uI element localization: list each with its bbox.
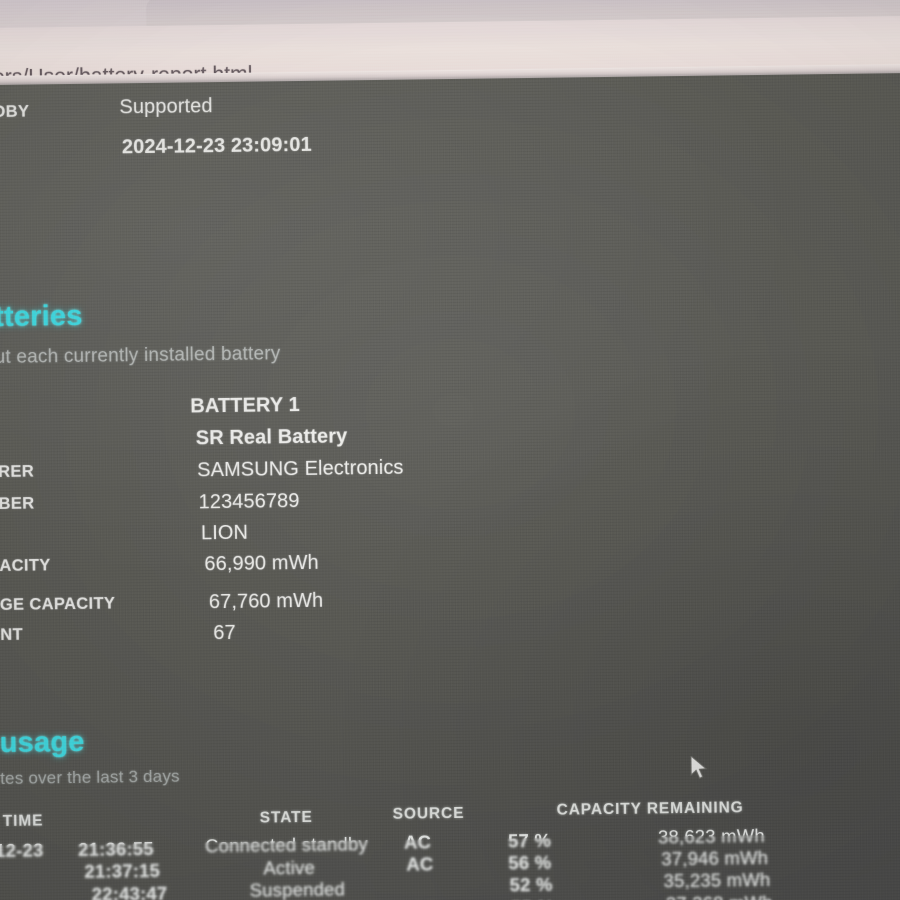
usage-row-mwh: 37,946 mWh <box>661 846 769 870</box>
battery-row-label-serial: BER <box>0 494 35 513</box>
usage-row-source: AC <box>403 831 432 853</box>
connected-standby-label: DBY <box>0 102 30 121</box>
usage-header-time: TIME <box>2 812 44 830</box>
usage-header-capacity: CAPACITY REMAINING <box>556 799 744 819</box>
usage-row-percent: 52 % <box>509 873 553 896</box>
arrow-pointer-icon <box>690 755 708 779</box>
usage-row-date: 12-23 <box>0 839 44 862</box>
battery-cycle-count: 67 <box>213 621 236 645</box>
installed-batteries-heading: tteries <box>0 299 83 334</box>
usage-row-mwh: 38,623 mWh <box>657 824 766 848</box>
battery-column-header: BATTERY 1 <box>190 394 300 418</box>
usage-row-mwh: 35,235 mWh <box>663 868 771 892</box>
recent-usage-table: TIME STATE SOURCE CAPACITY REMAINING 12-… <box>0 799 900 900</box>
recent-usage-heading: usage <box>0 725 85 759</box>
usage-header-state: STATE <box>259 808 313 827</box>
battery-report-page: DBY Supported 2024-12-23 23:09:01 tterie… <box>0 72 900 900</box>
battery-row-label-cycle-count: NT <box>0 625 24 644</box>
recent-usage-subtitle: tes over the last 3 days <box>0 766 180 788</box>
usage-row-state: Connected standby <box>204 833 369 857</box>
usage-row-percent: 56 % <box>508 851 552 874</box>
battery-design-capacity: 66,990 mWh <box>204 551 319 576</box>
usage-row-state: Suspended <box>249 878 346 900</box>
usage-row-time: 21:36:55 <box>77 837 154 860</box>
battery-row-label-full-charge: GE CAPACITY <box>0 594 116 614</box>
connected-standby-value: Supported <box>119 95 213 119</box>
report-time-value: 2024-12-23 23:09:01 <box>121 133 312 159</box>
usage-row-percent: 57 % <box>507 829 552 852</box>
usage-row-state: Active <box>263 856 316 879</box>
installed-batteries-subtitle: ut each currently installed battery <box>0 343 281 369</box>
battery-chemistry-value: LION <box>200 521 249 545</box>
battery-row-label-design-cap: ACITY <box>0 556 51 575</box>
battery-full-charge-capacity: 67,760 mWh <box>208 589 324 614</box>
battery-manufacturer-value: SAMSUNG Electronics <box>197 456 404 482</box>
screen-photo: ers/User/battery-report.html DBY Support… <box>0 0 900 900</box>
battery-row-label-manufacturer: RER <box>0 462 35 481</box>
screen-content: ers/User/battery-report.html DBY Support… <box>0 0 900 900</box>
usage-row-time: 22:43:47 <box>91 882 168 900</box>
battery-name-value: SR Real Battery <box>195 425 348 450</box>
usage-header-source: SOURCE <box>392 804 465 823</box>
usage-row-time: 21:37:15 <box>84 859 161 882</box>
usage-row-mwh: 37,268 mWh <box>666 892 773 900</box>
usage-row-source: AC <box>406 853 434 875</box>
battery-serial-value: 123456789 <box>198 490 300 514</box>
